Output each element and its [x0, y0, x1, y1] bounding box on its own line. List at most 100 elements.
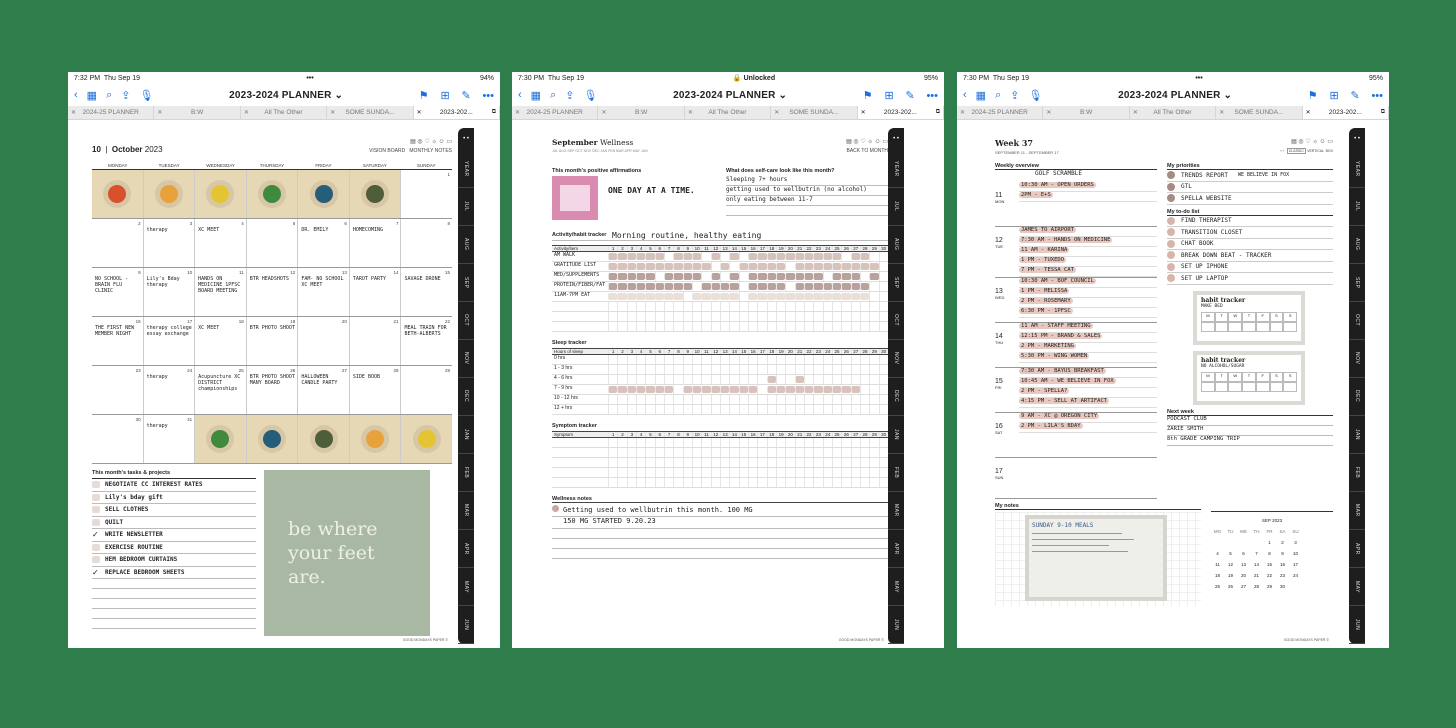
habit-cell[interactable] — [617, 322, 626, 331]
habit-cell[interactable] — [757, 273, 767, 280]
symptom-cell[interactable] — [691, 468, 701, 477]
mini-cal-day[interactable] — [1224, 537, 1237, 548]
sleep-cell[interactable] — [719, 386, 730, 393]
symptom-cell[interactable] — [785, 448, 794, 457]
symptom-cell[interactable] — [785, 468, 794, 477]
sleep-cell[interactable] — [775, 395, 785, 404]
symptom-cell[interactable] — [682, 458, 692, 467]
sleep-cell[interactable] — [645, 365, 654, 374]
sleep-cell[interactable] — [803, 365, 813, 374]
symptom-cell[interactable] — [859, 438, 869, 447]
sleep-cell[interactable] — [785, 355, 794, 364]
sleep-cell[interactable] — [766, 376, 776, 383]
habit-cell[interactable] — [626, 302, 636, 311]
symptom-cell[interactable] — [645, 448, 654, 457]
priority-item[interactable]: GTL — [1167, 182, 1333, 193]
symptom-cell[interactable] — [617, 468, 626, 477]
habit-cell[interactable] — [813, 322, 822, 331]
habit-cell[interactable] — [831, 302, 841, 311]
side-tab-sep[interactable]: SEP — [1349, 264, 1365, 302]
sleep-cell[interactable] — [841, 395, 850, 404]
mini-cal-day[interactable]: 15 — [1263, 559, 1276, 570]
symptom-cell[interactable] — [729, 448, 738, 457]
habit-cell[interactable] — [813, 263, 823, 270]
symptom-cell[interactable] — [635, 448, 645, 457]
sleep-cell[interactable] — [822, 405, 832, 414]
habit-cell[interactable] — [785, 302, 794, 311]
sleep-cell[interactable] — [850, 386, 860, 393]
symptom-cell[interactable] — [654, 468, 664, 477]
habit-cell[interactable] — [869, 292, 878, 301]
sleep-cell[interactable] — [869, 385, 878, 394]
habit-cell[interactable] — [691, 302, 701, 311]
pen-icon[interactable]: ✎ — [461, 89, 470, 102]
sleep-cell[interactable] — [617, 355, 626, 364]
sleep-cell[interactable] — [841, 375, 850, 384]
calendar-day[interactable]: 9 NO SCHOOL - BRAIN FLU CLINIC — [92, 268, 144, 316]
sleep-cell[interactable] — [785, 395, 794, 404]
symptom-cell[interactable] — [654, 448, 664, 457]
calendar-day[interactable]: 6 DR. EMILY — [298, 219, 350, 267]
symptom-cell[interactable] — [785, 438, 794, 447]
sleep-cell[interactable] — [757, 375, 766, 384]
habit-card-cell[interactable] — [1283, 381, 1298, 392]
habit-cell[interactable] — [841, 293, 851, 300]
sleep-cell[interactable] — [757, 405, 766, 414]
habit-cell[interactable] — [841, 263, 851, 270]
symptom-cell[interactable] — [701, 468, 710, 477]
sleep-cell[interactable] — [747, 365, 757, 374]
checkbox[interactable] — [92, 543, 100, 551]
sleep-cell[interactable] — [794, 376, 804, 383]
side-tab-jan[interactable]: JAN — [1349, 416, 1365, 454]
habit-cell[interactable] — [719, 263, 730, 270]
sleep-cell[interactable] — [813, 395, 822, 404]
calendar-day[interactable]: 27 HALLOWEEN CANDLE PARTY — [298, 366, 350, 414]
habit-cell[interactable] — [617, 293, 627, 300]
more-dots-icon[interactable]: • • — [1354, 128, 1360, 150]
close-icon[interactable]: ✕ — [1306, 109, 1311, 116]
habit-cell[interactable] — [785, 273, 795, 280]
habit-cell[interactable] — [635, 322, 645, 331]
symptom-cell[interactable] — [831, 468, 841, 477]
symptom-cell[interactable] — [673, 438, 682, 447]
symptom-cell[interactable] — [682, 448, 692, 457]
view-classic[interactable]: CLASSIC — [1286, 148, 1306, 154]
symptom-cell[interactable] — [859, 458, 869, 467]
habit-cell[interactable] — [626, 283, 636, 290]
habit-cell[interactable] — [654, 283, 664, 290]
calendar-day[interactable] — [143, 170, 196, 218]
symptom-cell[interactable] — [859, 468, 869, 477]
habit-cell[interactable] — [729, 283, 739, 290]
habit-cell[interactable] — [878, 272, 888, 281]
sleep-cell[interactable] — [701, 365, 710, 374]
tab-bw[interactable]: ✕ B:W — [598, 106, 685, 119]
next-week-item[interactable]: PODCAST CLUB — [1167, 416, 1333, 426]
more-icon[interactable]: ••• — [1371, 90, 1383, 102]
sleep-cell[interactable] — [766, 365, 776, 374]
habit-cell[interactable] — [766, 253, 776, 260]
sleep-cell[interactable] — [747, 355, 757, 364]
sleep-cell[interactable] — [766, 386, 776, 393]
pen-icon[interactable]: ✎ — [1350, 89, 1359, 102]
symptom-cell[interactable] — [831, 438, 841, 447]
calendar-day[interactable]: 12 BTR HEADSHOTS — [247, 268, 299, 316]
symptom-cell[interactable] — [841, 458, 850, 467]
sleep-cell[interactable] — [859, 375, 869, 384]
calendar-day[interactable] — [246, 415, 299, 463]
mini-cal-day[interactable]: 16 — [1276, 559, 1289, 570]
symptom-cell[interactable] — [775, 478, 785, 487]
symptom-cell[interactable] — [859, 478, 869, 487]
side-tab-oct[interactable]: OCT — [458, 302, 474, 340]
symptom-cell[interactable] — [719, 438, 729, 447]
day-entry[interactable]: 7:30 AM - HANDS ON MEDICINE — [1019, 237, 1157, 247]
habit-cell[interactable] — [738, 272, 748, 281]
side-tab-apr[interactable]: APR — [888, 530, 904, 568]
habit-cell[interactable] — [757, 293, 767, 300]
side-tab-oct[interactable]: OCT — [888, 302, 904, 340]
side-tab-feb[interactable]: FEB — [1349, 454, 1365, 492]
sleep-cell[interactable] — [869, 405, 878, 414]
close-icon[interactable]: ✕ — [515, 109, 520, 116]
side-tab-aug[interactable]: AUG — [888, 226, 904, 264]
habit-cell[interactable] — [645, 302, 654, 311]
document-title[interactable]: 2023-2024 PLANNER ⌄ — [162, 90, 409, 101]
